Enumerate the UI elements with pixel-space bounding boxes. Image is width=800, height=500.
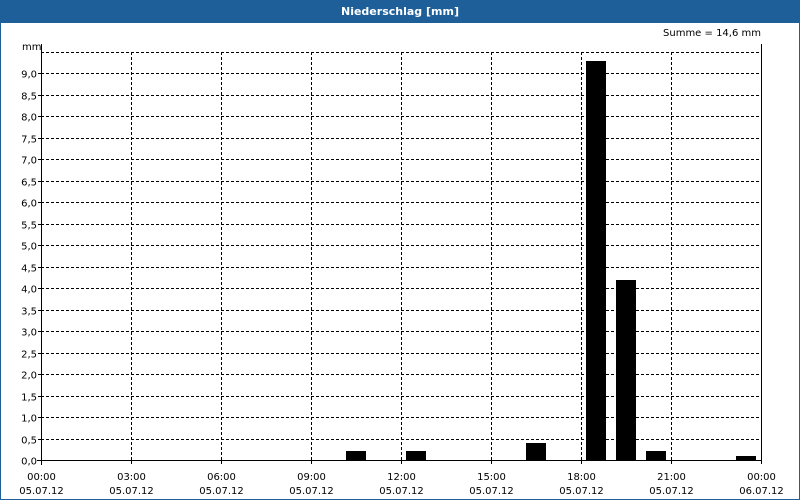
x-tick-date-label: 05.07.12 xyxy=(379,486,424,497)
x-tick-time-label: 00:00 xyxy=(27,472,56,483)
y-tick-label: 8,0 xyxy=(21,113,37,124)
x-tick-date-label: 05.07.12 xyxy=(109,486,154,497)
x-tick-date-label: 05.07.12 xyxy=(19,486,64,497)
y-axis-unit-label: mm xyxy=(22,42,41,53)
y-tick-label: 2,0 xyxy=(21,371,37,382)
y-tick-label: 8,5 xyxy=(21,92,37,103)
x-tick-date-label: 05.07.12 xyxy=(199,486,244,497)
x-tick-date-label: 05.07.12 xyxy=(649,486,694,497)
x-tick-time-label: 18:00 xyxy=(567,472,596,483)
precipitation-bar xyxy=(346,451,366,460)
y-tick-label: 9,0 xyxy=(21,70,37,81)
y-tick-label: 4,5 xyxy=(21,264,37,275)
y-tick-label: 3,0 xyxy=(21,328,37,339)
precipitation-bar xyxy=(646,451,666,460)
y-tick-label: 3,5 xyxy=(21,307,37,318)
grid xyxy=(41,52,761,460)
precipitation-bar xyxy=(526,443,546,460)
y-tick-label: 5,5 xyxy=(21,221,37,232)
precipitation-bar xyxy=(586,61,606,460)
x-tick-time-label: 00:00 xyxy=(747,472,776,483)
precipitation-bar xyxy=(616,280,636,460)
y-tick-label: 1,0 xyxy=(21,414,37,425)
precipitation-bar xyxy=(406,451,426,460)
x-tick-date-label: 06.07.12 xyxy=(739,486,784,497)
y-tick-label: 6,0 xyxy=(21,199,37,210)
x-tick-date-label: 05.07.12 xyxy=(559,486,604,497)
precipitation-bar xyxy=(736,456,756,460)
y-tick-label: 0,5 xyxy=(21,436,37,447)
x-tick-date-label: 05.07.12 xyxy=(289,486,334,497)
sum-annotation: Summe = 14,6 mm xyxy=(663,28,761,39)
precipitation-chart: 0,0 0,5 1,0 1,5 2,0 2,5 3,0 3,5 4,0 4,5 5,0 5,5 6,0 6… xyxy=(19,28,784,497)
y-tick-label: 4,0 xyxy=(21,285,37,296)
x-tick-time-label: 09:00 xyxy=(297,472,326,483)
axes xyxy=(37,44,762,465)
x-tick-time-label: 06:00 xyxy=(207,472,236,483)
y-tick-label: 7,5 xyxy=(21,135,37,146)
y-tick-label: 6,5 xyxy=(21,178,37,189)
x-tick-date-label: 05.07.12 xyxy=(469,486,514,497)
x-tick-time-label: 03:00 xyxy=(117,472,146,483)
x-tick-time-label: 21:00 xyxy=(657,472,686,483)
x-tick-time-label: 12:00 xyxy=(387,472,416,483)
x-tick-time-label: 15:00 xyxy=(477,472,506,483)
y-tick-label: 7,0 xyxy=(21,156,37,167)
y-tick-label: 2,5 xyxy=(21,350,37,361)
y-tick-label: 1,5 xyxy=(21,393,37,404)
y-tick-label: 5,0 xyxy=(21,242,37,253)
y-tick-label: 0,0 xyxy=(21,457,37,468)
bars xyxy=(346,61,756,460)
